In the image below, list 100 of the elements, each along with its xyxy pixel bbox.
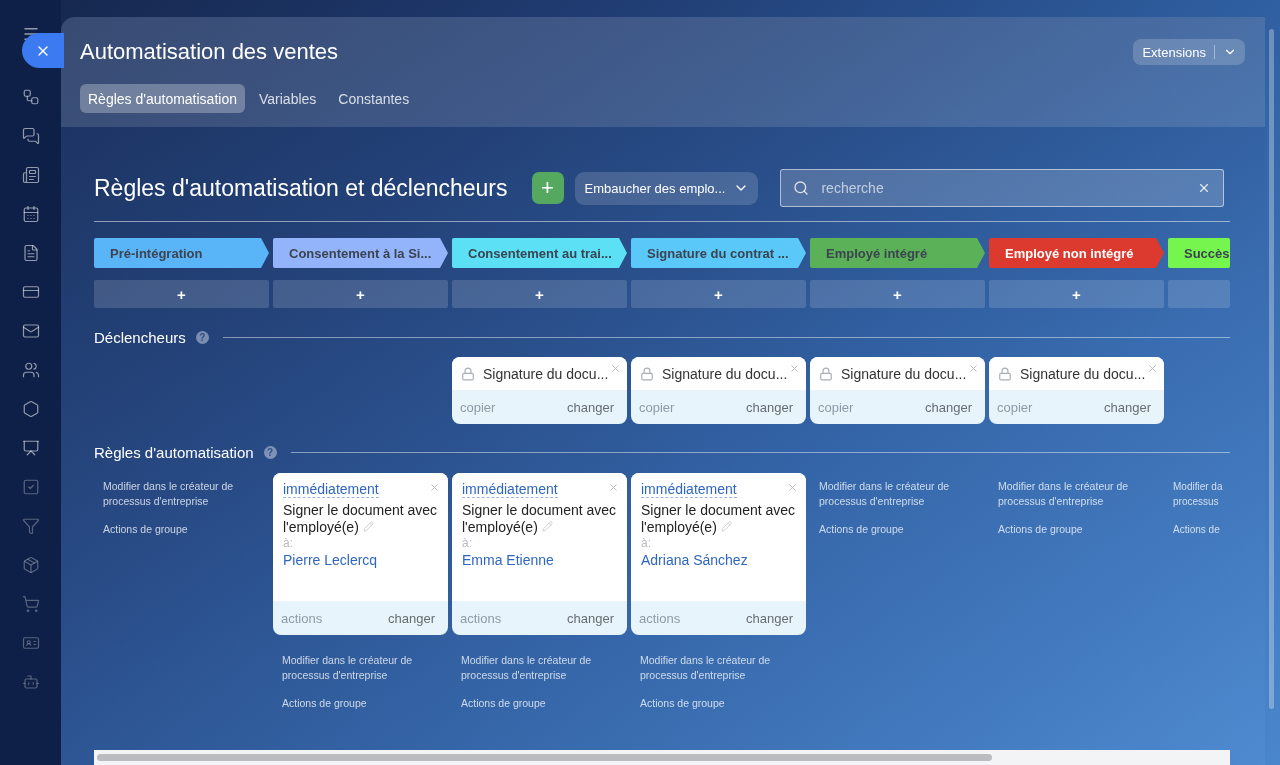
add-bar xyxy=(1168,280,1230,308)
close-icon[interactable] xyxy=(787,482,798,493)
assignee-link[interactable]: Adriana Sánchez xyxy=(641,552,748,568)
mail-icon[interactable] xyxy=(21,321,40,340)
edit-in-designer-link[interactable]: Modifier dans le créateur de processus d'entreprise xyxy=(998,479,1164,509)
rule-card[interactable]: immédiatement Signer le document avec l'employé(e) à: Pierre Leclercq actions changer xyxy=(273,473,448,635)
actions-link[interactable]: actions xyxy=(639,610,681,626)
stage-chip: Consentement à la Si... xyxy=(273,238,448,268)
add-rule-button[interactable]: + xyxy=(989,280,1164,308)
action-text: Signer le document avec l'employé(e) xyxy=(641,502,797,536)
group-actions-link[interactable]: Actions de groupe xyxy=(103,522,269,537)
tab[interactable]: Variables xyxy=(251,84,325,113)
edit-in-designer-link[interactable]: Modifier dans le créateur de processus d'entreprise xyxy=(461,653,627,683)
group-actions-link[interactable]: Actions de groupe xyxy=(282,696,448,711)
package-icon[interactable] xyxy=(21,555,40,574)
add-rule-button[interactable]: + xyxy=(631,280,806,308)
extensions-button[interactable]: Extensions xyxy=(1133,39,1245,65)
news-icon[interactable] xyxy=(21,165,40,184)
change-link[interactable]: changer xyxy=(925,399,972,415)
search-icon xyxy=(793,180,810,196)
lock-icon xyxy=(819,366,833,381)
tab[interactable]: Constantes xyxy=(330,84,418,113)
edit-in-designer-link[interactable]: Modifier da processus xyxy=(1173,479,1230,509)
assignee-link[interactable]: Pierre Leclercq xyxy=(283,552,378,568)
trigger-title: Signature du docu... xyxy=(662,365,788,382)
cart-icon[interactable] xyxy=(21,594,40,613)
delay-link[interactable]: immédiatement xyxy=(462,481,558,498)
edit-in-designer-link[interactable]: Modifier dans le créateur de processus d'entreprise xyxy=(282,653,448,683)
assignee-link[interactable]: Emma Etienne xyxy=(462,552,554,568)
change-link[interactable]: changer xyxy=(746,399,793,415)
add-rule-button[interactable]: + xyxy=(94,280,269,308)
rule-card[interactable]: immédiatement Signer le document avec l'employé(e) à: Adriana Sánchez actions changer xyxy=(631,473,806,635)
group-actions-link[interactable]: Actions de groupe xyxy=(461,696,627,711)
copy-link[interactable]: copier xyxy=(818,399,854,415)
delay-link[interactable]: immédiatement xyxy=(641,481,737,498)
close-icon[interactable] xyxy=(1147,363,1158,374)
tab[interactable]: Règles d'automatisation xyxy=(80,84,245,113)
stage-chip: Pré-intégration xyxy=(94,238,269,268)
add-rule-button[interactable]: + xyxy=(810,280,985,308)
clear-icon[interactable] xyxy=(1197,181,1211,195)
panel-title: Automatisation des ventes xyxy=(80,39,339,65)
change-link[interactable]: changer xyxy=(1104,399,1151,415)
close-icon[interactable] xyxy=(608,482,619,493)
trigger-title: Signature du docu... xyxy=(1020,365,1146,382)
lock-icon xyxy=(998,366,1012,381)
chat-icon[interactable] xyxy=(21,126,40,145)
action-text: Signer le document avec l'employé(e) xyxy=(462,502,618,536)
search-field[interactable]: recherche xyxy=(780,169,1224,207)
checkbox-icon[interactable] xyxy=(21,477,40,496)
filter-icon[interactable] xyxy=(21,516,40,535)
edit-in-designer-link[interactable]: Modifier dans le créateur de processus d'entreprise xyxy=(103,479,269,509)
trigger-card[interactable]: Signature du docu... copier changer xyxy=(989,357,1164,424)
workflow-icon[interactable] xyxy=(21,87,40,106)
change-link[interactable]: changer xyxy=(567,610,614,626)
close-icon[interactable] xyxy=(789,363,800,374)
pencil-icon[interactable] xyxy=(541,521,553,532)
robot-icon[interactable] xyxy=(21,672,40,691)
group-actions-link[interactable]: Actions de xyxy=(1173,522,1230,537)
stage-chip: Succès xyxy=(1168,238,1230,268)
group-actions-link[interactable]: Actions de groupe xyxy=(640,696,806,711)
trigger-card[interactable]: Signature du docu... copier changer xyxy=(452,357,627,424)
add-rule-button[interactable]: + xyxy=(452,280,627,308)
copy-link[interactable]: copier xyxy=(639,399,675,415)
group-actions-link[interactable]: Actions de groupe xyxy=(998,522,1164,537)
trigger-title: Signature du docu... xyxy=(841,365,967,382)
recipient-label: à: xyxy=(641,536,651,550)
hexagon-icon[interactable] xyxy=(21,399,40,418)
delay-link[interactable]: immédiatement xyxy=(283,481,379,498)
change-link[interactable]: changer xyxy=(746,610,793,626)
close-icon[interactable] xyxy=(429,482,440,493)
change-link[interactable]: changer xyxy=(388,610,435,626)
search-input[interactable]: recherche xyxy=(819,179,1187,197)
calendar-icon[interactable] xyxy=(21,204,40,223)
people-icon[interactable] xyxy=(21,360,40,379)
pencil-icon[interactable] xyxy=(720,521,732,532)
help-icon[interactable]: ? xyxy=(263,446,277,459)
rule-card[interactable]: immédiatement Signer le document avec l'employé(e) à: Emma Etienne actions changer xyxy=(452,473,627,635)
trigger-card[interactable]: Signature du docu... copier changer xyxy=(631,357,806,424)
document-icon[interactable] xyxy=(21,243,40,262)
horizontal-scrollbar[interactable] xyxy=(94,750,1230,765)
presentation-icon[interactable] xyxy=(21,438,40,457)
close-icon[interactable] xyxy=(968,363,979,374)
change-link[interactable]: changer xyxy=(567,399,614,415)
actions-link[interactable]: actions xyxy=(460,610,502,626)
edit-in-designer-link[interactable]: Modifier dans le créateur de processus d'entreprise xyxy=(819,479,985,509)
group-actions-link[interactable]: Actions de groupe xyxy=(819,522,985,537)
actions-link[interactable]: actions xyxy=(281,610,323,626)
copy-link[interactable]: copier xyxy=(460,399,496,415)
add-button[interactable]: + xyxy=(531,172,564,204)
vertical-scrollbar[interactable] xyxy=(1269,29,1274,709)
close-icon[interactable] xyxy=(610,363,621,374)
stage-chip: Signature du contrat ... xyxy=(631,238,806,268)
pipeline-select[interactable]: Embaucher des emplo... xyxy=(574,171,759,205)
copy-link[interactable]: copier xyxy=(997,399,1033,415)
edit-in-designer-link[interactable]: Modifier dans le créateur de processus d'entreprise xyxy=(640,653,806,683)
close-button[interactable] xyxy=(22,33,64,68)
add-rule-button[interactable]: + xyxy=(273,280,448,308)
pencil-icon[interactable] xyxy=(362,521,374,532)
trigger-card[interactable]: Signature du docu... copier changer xyxy=(810,357,985,424)
action-text: Signer le document avec l'employé(e) xyxy=(283,502,439,536)
